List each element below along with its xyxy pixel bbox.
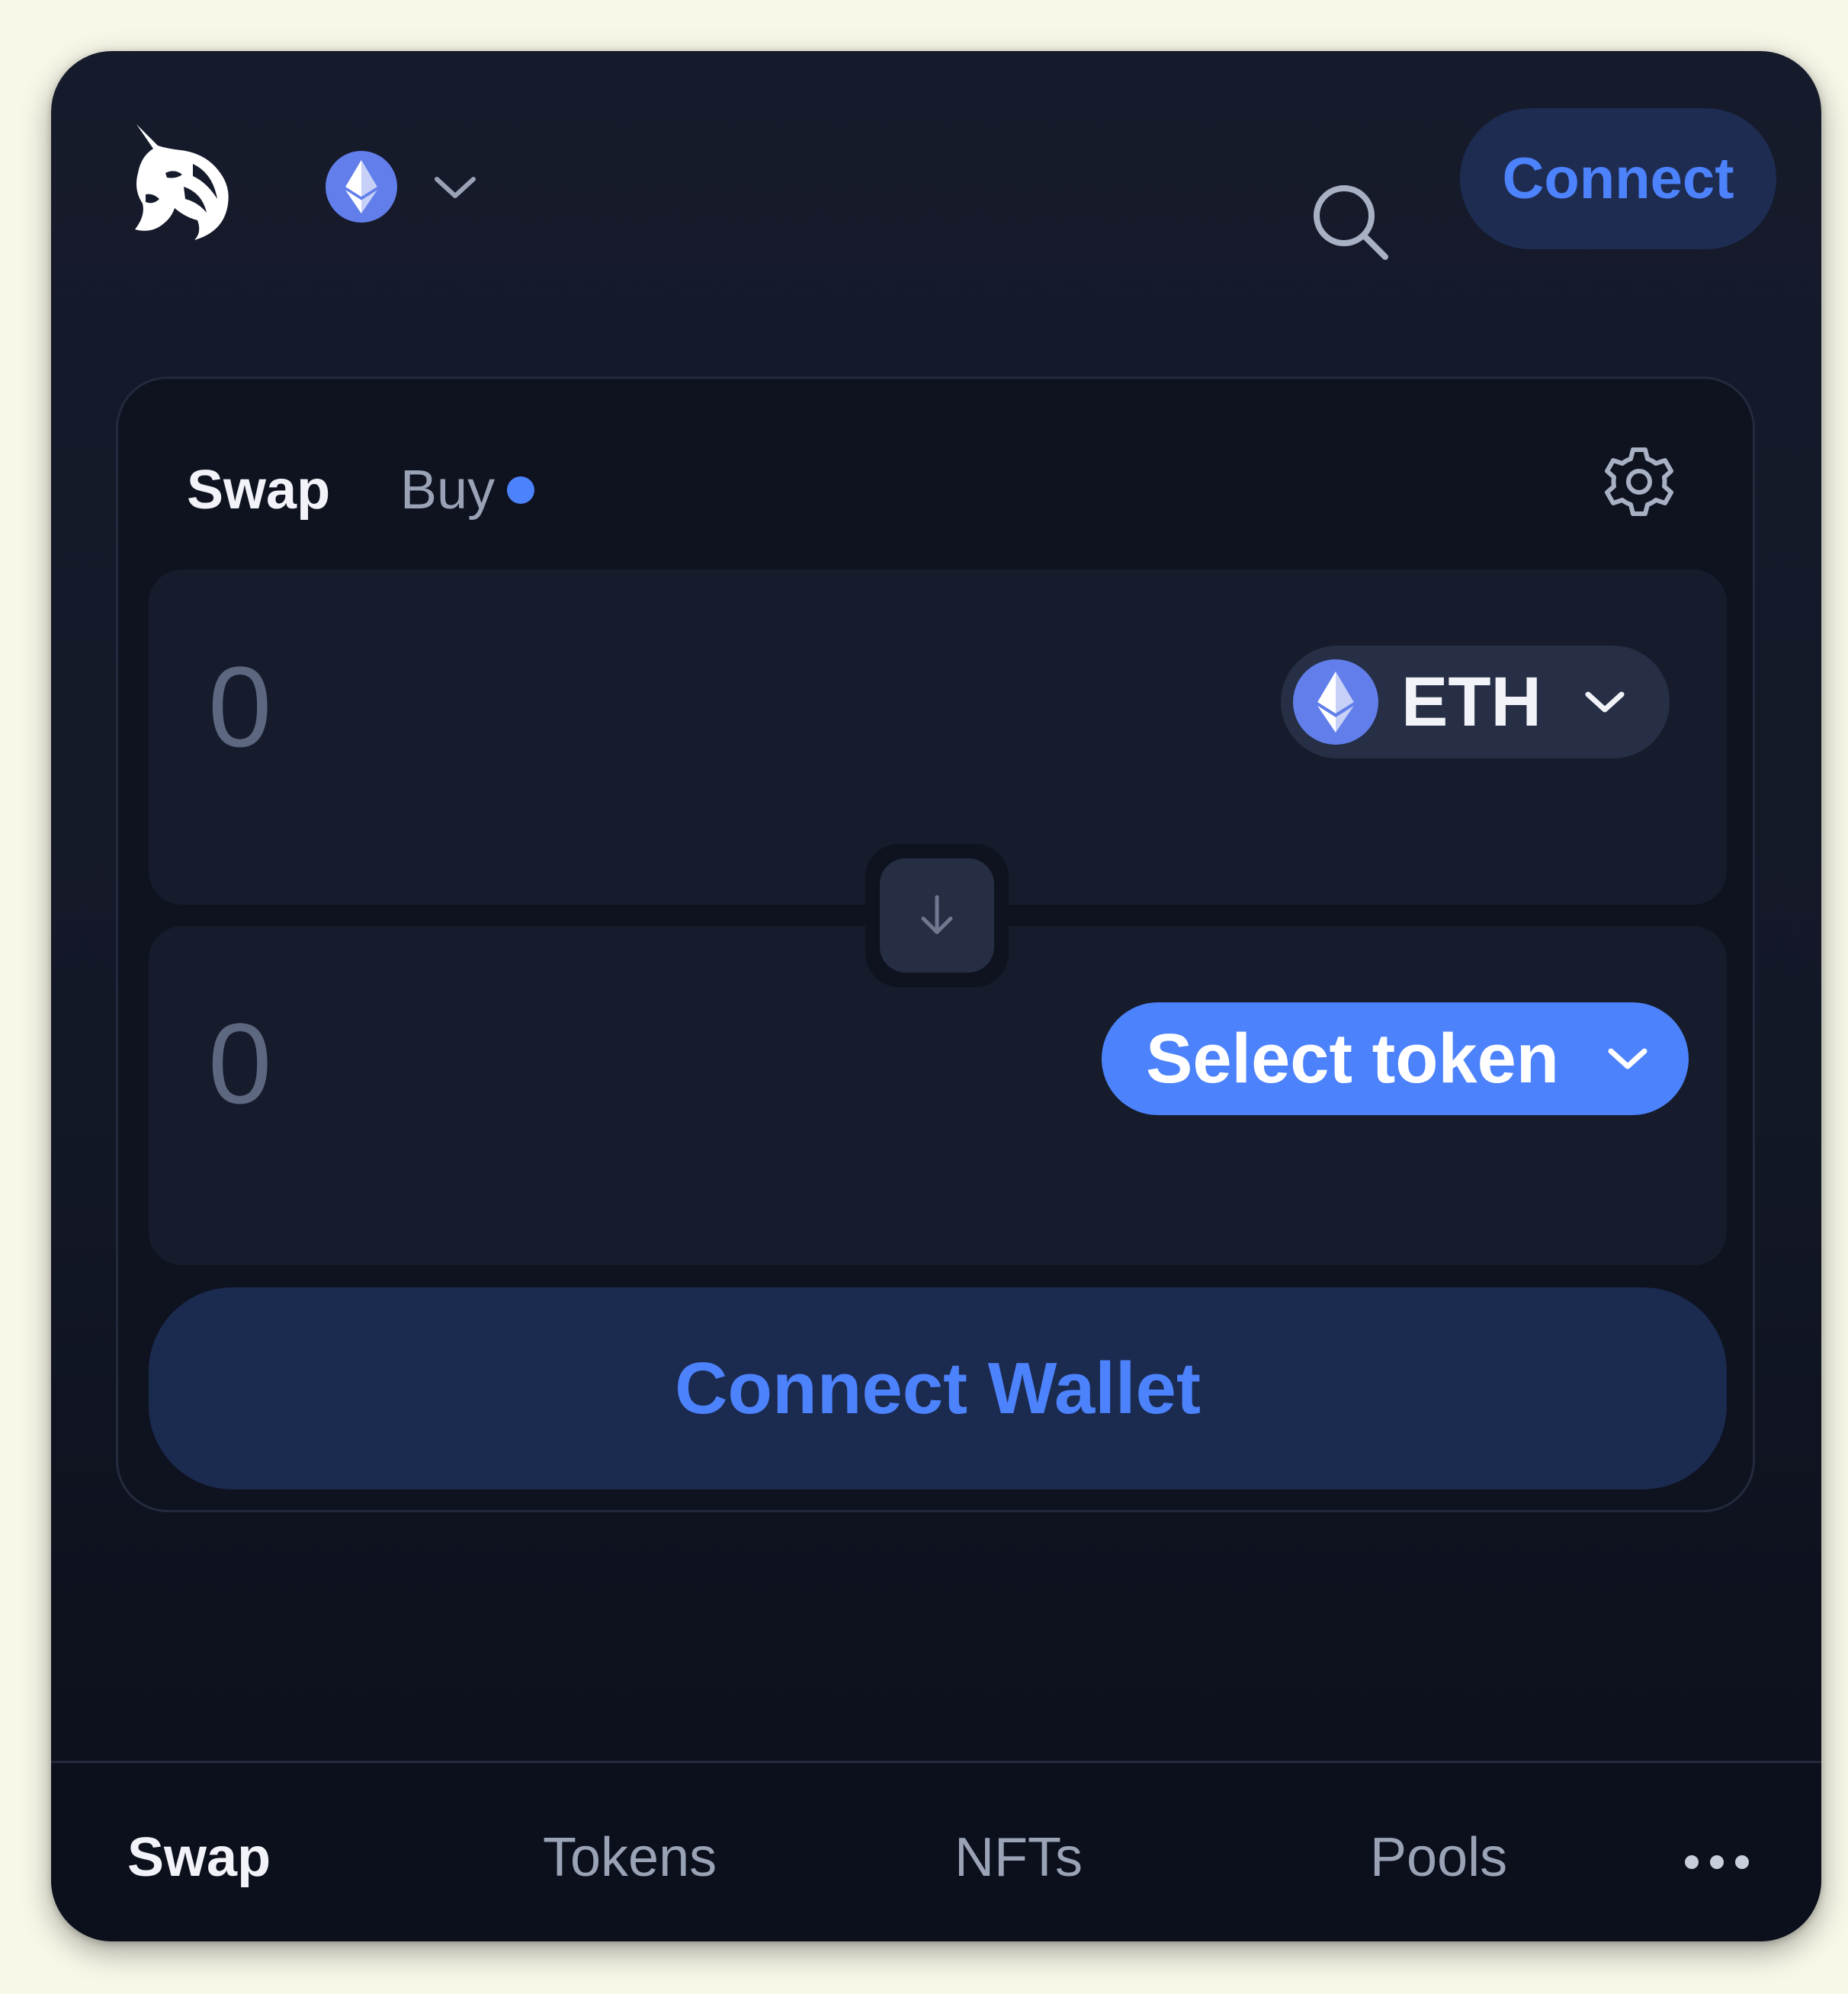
ethereum-icon <box>1293 659 1378 745</box>
connect-button[interactable]: Connect <box>1460 108 1776 249</box>
uniswap-logo-icon[interactable] <box>127 120 234 242</box>
nav-item-pools[interactable]: Pools <box>1370 1830 1507 1885</box>
tab-swap[interactable]: Swap <box>187 463 330 518</box>
buy-amount-input[interactable]: 0 <box>208 1006 271 1120</box>
app-window: Connect Swap Buy 0 ETH 0 Select token Co… <box>51 51 1821 1941</box>
ethereum-icon <box>326 151 397 223</box>
new-indicator-dot <box>507 476 535 504</box>
more-button[interactable] <box>1683 1853 1751 1871</box>
sell-amount-input[interactable]: 0 <box>208 649 271 764</box>
chevron-down-icon <box>1608 1048 1647 1069</box>
swap-card: Swap Buy 0 ETH 0 Select token Connect Wa… <box>116 377 1755 1512</box>
sell-token-symbol: ETH <box>1401 662 1542 741</box>
more-dots-icon <box>1685 1855 1749 1869</box>
chain-selector[interactable] <box>326 141 501 232</box>
arrow-down-icon <box>921 895 953 934</box>
bottom-nav: Swap Tokens NFTs Pools <box>51 1761 1821 1941</box>
settings-button[interactable] <box>1601 444 1677 520</box>
nav-item-nfts[interactable]: NFTs <box>954 1830 1083 1885</box>
gear-icon <box>1605 447 1673 516</box>
chevron-down-icon <box>1585 691 1625 713</box>
search-icon <box>1314 185 1388 260</box>
switch-tokens-wrapper <box>865 844 1009 987</box>
chevron-down-icon <box>435 177 476 198</box>
tab-buy-label: Buy <box>400 460 496 521</box>
search-button[interactable] <box>1309 181 1393 264</box>
nav-item-tokens[interactable]: Tokens <box>543 1830 717 1885</box>
connect-wallet-button[interactable]: Connect Wallet <box>149 1287 1727 1489</box>
select-token-button[interactable]: Select token <box>1102 1002 1689 1115</box>
sell-token-selector[interactable]: ETH <box>1281 646 1670 758</box>
switch-tokens-button[interactable] <box>880 858 994 973</box>
nav-item-swap[interactable]: Swap <box>127 1830 271 1885</box>
tab-buy[interactable]: Buy <box>400 460 535 521</box>
select-token-label: Select token <box>1146 1019 1559 1098</box>
